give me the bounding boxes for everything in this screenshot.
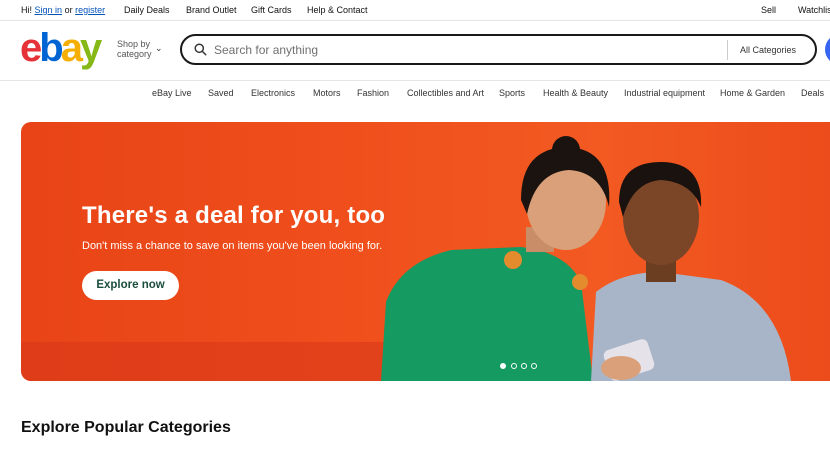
hero-subtitle: Don't miss a chance to save on items you…	[82, 240, 383, 252]
greeting: Hi! Sign in or register	[21, 5, 105, 15]
hero-couch	[21, 342, 441, 381]
ebay-logo[interactable]: ebay	[20, 26, 102, 70]
header-divider	[0, 80, 830, 81]
logo-letter-b: b	[39, 26, 64, 70]
hero-title: There's a deal for you, too	[82, 202, 386, 229]
register-link[interactable]: register	[75, 5, 105, 15]
hero-banner[interactable]: There's a deal for you, too Don't miss a…	[21, 122, 830, 381]
nav-item-motors[interactable]: Motors	[313, 88, 341, 98]
woman-sweater	[381, 247, 593, 381]
logo-letter-a: a	[60, 26, 83, 70]
nav-item-industrial-equipment[interactable]: Industrial equipment	[624, 88, 705, 98]
woman-earring-left	[504, 251, 522, 269]
search-button[interactable]	[825, 34, 830, 65]
woman-hair-bun	[552, 136, 580, 164]
chevron-down-icon: ⌄	[155, 43, 163, 53]
carousel-dot-4[interactable]	[531, 363, 537, 369]
search-icon	[194, 43, 207, 56]
daily-deals-link[interactable]: Daily Deals	[124, 5, 170, 15]
search-divider	[727, 40, 728, 60]
sign-in-link[interactable]: Sign in	[35, 5, 63, 15]
logo-letter-y: y	[79, 26, 102, 70]
sell-link[interactable]: Sell	[761, 5, 776, 15]
category-select[interactable]: All Categories	[740, 45, 796, 55]
nav-item-electronics[interactable]: Electronics	[251, 88, 295, 98]
carousel-dot-2[interactable]	[511, 363, 517, 369]
greeting-text: Hi!	[21, 5, 32, 15]
carousel-dot-1[interactable]	[500, 363, 506, 369]
search-input[interactable]	[214, 41, 714, 59]
nav-item-health-beauty[interactable]: Health & Beauty	[543, 88, 608, 98]
nav-item-home-garden[interactable]: Home & Garden	[720, 88, 785, 98]
carousel-dot-3[interactable]	[521, 363, 527, 369]
shop-by-line2: category	[117, 49, 152, 59]
nav-item-saved[interactable]: Saved	[208, 88, 234, 98]
shop-by-category-button[interactable]: Shop by category	[117, 39, 152, 59]
nav-item-deals[interactable]: Deals	[801, 88, 824, 98]
nav-item-fashion[interactable]: Fashion	[357, 88, 389, 98]
nav-item-collectibles-art[interactable]: Collectibles and Art	[407, 88, 484, 98]
or-text: or	[64, 5, 73, 15]
brand-outlet-link[interactable]: Brand Outlet	[186, 5, 237, 15]
woman-earring-right	[572, 274, 588, 290]
search-bar: All Categories	[180, 34, 817, 65]
watchlist-link[interactable]: Watchlis	[798, 5, 830, 15]
nav-item-sports[interactable]: Sports	[499, 88, 525, 98]
top-utility-bar: Hi! Sign in or register Daily Deals Bran…	[0, 0, 830, 21]
nav-item-ebay-live[interactable]: eBay Live	[152, 88, 192, 98]
shop-by-line1: Shop by	[117, 39, 151, 49]
section-title: Explore Popular Categories	[21, 419, 231, 436]
help-contact-link[interactable]: Help & Contact	[307, 5, 368, 15]
logo-letter-e: e	[20, 26, 42, 70]
explore-now-button[interactable]: Explore now	[82, 271, 179, 300]
gift-cards-link[interactable]: Gift Cards	[251, 5, 292, 15]
woman-hand	[601, 356, 641, 380]
